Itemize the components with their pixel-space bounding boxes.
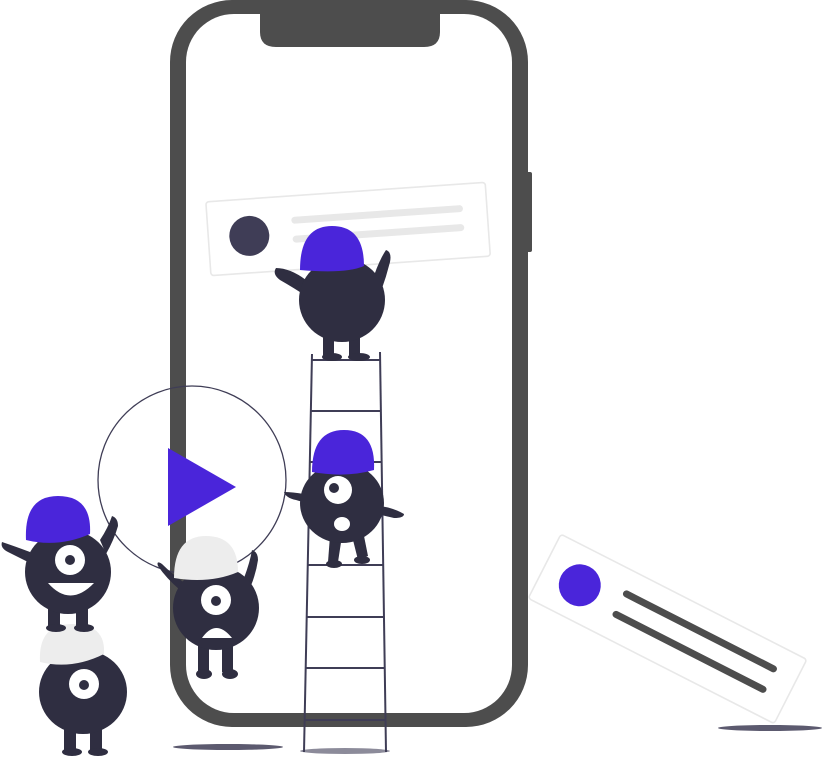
monster-foot — [74, 624, 94, 632]
shadow-ladder — [300, 748, 390, 754]
monster-stack-bottom — [39, 624, 127, 756]
monster-foot — [46, 624, 66, 632]
monster-foot — [322, 353, 342, 361]
monster-foot — [326, 560, 342, 568]
monster-foot — [196, 669, 212, 679]
monster-stack-top — [1, 496, 118, 632]
notification-card-bottom — [528, 534, 807, 724]
phone-notch — [260, 14, 440, 47]
monster-foot — [88, 748, 108, 756]
monster-pupil — [65, 555, 75, 565]
monster-foot — [62, 748, 82, 756]
ground-shadows — [173, 725, 822, 754]
monster-foot — [354, 556, 370, 564]
monster-foot — [222, 669, 238, 679]
monster-pupil — [211, 596, 221, 606]
monster-hat — [25, 496, 91, 543]
monster-pupil — [79, 680, 89, 690]
monster-pupil — [329, 483, 339, 493]
monster-mouth — [334, 517, 350, 531]
monster-foot — [348, 353, 370, 361]
shadow-card — [718, 725, 822, 731]
onboarding-illustration — [1, 0, 822, 756]
shadow-phone — [173, 744, 283, 750]
card-bottom-frame — [528, 534, 807, 724]
